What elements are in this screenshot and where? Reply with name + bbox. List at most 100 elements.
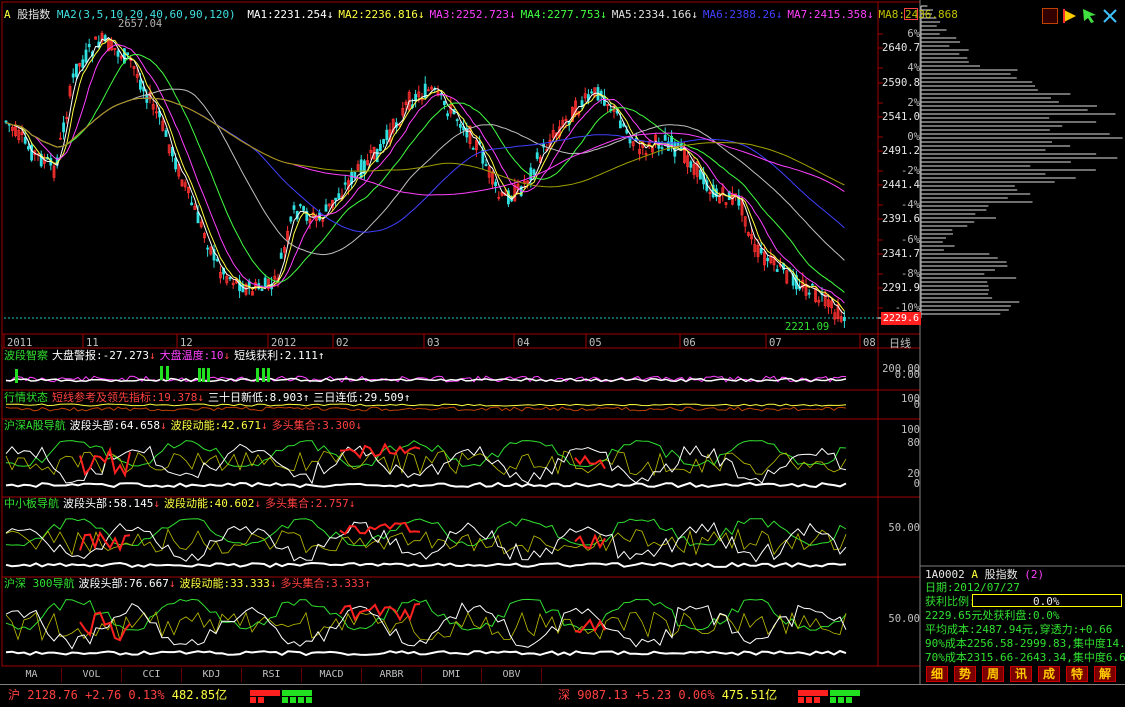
tab-kdj[interactable]: KDJ xyxy=(182,668,242,682)
candle-body xyxy=(359,159,363,178)
info-date: 日期:2012/07/27 xyxy=(925,581,1020,594)
info-tab[interactable]: 特 xyxy=(1066,666,1088,682)
ma5-line xyxy=(5,88,845,261)
low-label: 2221.09 xyxy=(785,321,830,333)
sh-price: 2128.76 xyxy=(27,688,78,702)
osc-red xyxy=(339,603,421,622)
tab-obv[interactable]: OBV xyxy=(482,668,542,682)
info-tab[interactable]: 周 xyxy=(982,666,1004,682)
info-tab[interactable]: 讯 xyxy=(1010,666,1032,682)
candle-body xyxy=(164,130,168,137)
date-tick: 05 xyxy=(589,337,602,349)
info-profit-label: 获利比例: xyxy=(925,595,976,608)
window-close-icon[interactable] xyxy=(904,8,918,20)
candle-body xyxy=(263,277,267,288)
candle-body xyxy=(62,122,65,133)
candle-body xyxy=(535,152,539,159)
ma-arrow: ↓ xyxy=(326,8,334,21)
panel-value: 波段头部:64.658 xyxy=(69,419,160,432)
panel-arrow: ↑ xyxy=(403,391,411,404)
tab-ma[interactable]: MA xyxy=(2,668,62,682)
info-line1: 2229.65元处获利盘:0.0% xyxy=(925,609,1060,622)
panel-value: 大盘温度:10 xyxy=(159,349,224,362)
candle-body xyxy=(292,205,296,210)
panel-value: 沪深A股导航 xyxy=(4,419,66,432)
tab-cci[interactable]: CCI xyxy=(122,668,182,682)
tab-rsi[interactable]: RSI xyxy=(242,668,302,682)
sz-pct: 0.06% xyxy=(678,688,715,702)
candle-body xyxy=(766,257,769,262)
sh-pct: 0.13% xyxy=(128,688,165,702)
arrow-tool-icon[interactable] xyxy=(1082,8,1098,24)
signal-bar xyxy=(15,369,18,383)
candle-body xyxy=(302,206,306,211)
candle-body xyxy=(190,202,194,206)
panel-value: 波段动能:40.602 xyxy=(163,497,255,510)
panel-value: 大盘警报:-27.273 xyxy=(52,349,149,362)
percent-tick: -2% xyxy=(901,165,920,177)
ma-legend-item: MA2:2236.816 xyxy=(338,8,418,21)
index-title: 股指数 xyxy=(17,8,51,21)
date-tick: 2011 xyxy=(7,337,33,349)
panel-arrow: ↓ xyxy=(260,419,268,432)
candle-body xyxy=(663,134,667,141)
profit-value: 0.0% xyxy=(1033,595,1060,608)
sh-quote[interactable]: 沪 2128.76 +2.76 0.13% 482.85亿 xyxy=(8,689,227,702)
ma-legend-item: MA7:2415.358 xyxy=(787,8,867,21)
panel-arrow: ↓ xyxy=(355,419,362,432)
tools-icon[interactable] xyxy=(1102,8,1118,24)
osc-yellow xyxy=(5,528,847,556)
panel-value: 中小板导航 xyxy=(4,497,59,510)
panel-value: 多头集合:2.757 xyxy=(264,497,349,510)
sh-label: 沪 xyxy=(8,688,21,702)
candle-body xyxy=(174,157,178,170)
signal-bar xyxy=(198,368,201,382)
info-tab[interactable]: 细 xyxy=(926,666,948,682)
tab-dmi[interactable]: DMI xyxy=(422,668,482,682)
candle-body xyxy=(807,292,811,295)
flag-icon[interactable] xyxy=(1062,8,1078,24)
ma-arrow: ↓ xyxy=(417,8,425,21)
panel-tick: 50.00 xyxy=(888,613,920,625)
signal-bar xyxy=(166,366,169,380)
sz-quote[interactable]: 深 9087.13 +5.23 0.06% 475.51亿 xyxy=(558,689,777,702)
tab-macd[interactable]: MACD xyxy=(302,668,362,682)
sh-change: +2.76 xyxy=(85,688,122,702)
price-tick: 2491.2 xyxy=(882,145,920,157)
osc-red xyxy=(574,618,606,634)
signal-bar xyxy=(160,366,163,380)
config-icon[interactable] xyxy=(1042,8,1058,24)
panel-arrow: ↓ xyxy=(197,391,204,404)
info-line4: 70%成本2315.66-2643.34,集中度6.6 xyxy=(925,651,1125,664)
p1-white-line xyxy=(5,377,847,383)
panel-arrow: ↓ xyxy=(168,577,176,590)
ma-legend-item: MA5:2334.166 xyxy=(611,8,692,21)
info-code: 1A0002 xyxy=(925,568,965,581)
candle-body xyxy=(446,113,450,117)
panel-tick: 0.00 xyxy=(894,369,920,381)
candle-body xyxy=(442,100,446,105)
signal-bar xyxy=(267,368,270,382)
panel-arrow: ↑ xyxy=(302,391,310,404)
candle-body xyxy=(775,269,779,272)
candle-body xyxy=(206,247,210,250)
ma-arrow: ↓ xyxy=(509,8,516,21)
date-tick: 08 xyxy=(863,337,876,349)
panel-arrow: ↓ xyxy=(348,497,356,510)
candle-body xyxy=(660,147,664,149)
date-tick: 2012 xyxy=(271,337,297,349)
info-tab[interactable]: 成 xyxy=(1038,666,1060,682)
period-label[interactable]: 日线 xyxy=(889,337,911,350)
tab-vol[interactable]: VOL xyxy=(62,668,122,682)
info-tab[interactable]: 势 xyxy=(954,666,976,682)
osc-yellow xyxy=(5,610,847,642)
candle-body xyxy=(484,164,488,167)
panel-value: 波段头部:58.145 xyxy=(63,497,154,510)
info-tab[interactable]: 解 xyxy=(1094,666,1116,682)
percent-tick: 2% xyxy=(907,97,920,109)
sz-amount: 475.51亿 xyxy=(721,688,778,702)
candle-body xyxy=(215,259,219,262)
candle-body xyxy=(324,204,328,212)
osc-white xyxy=(5,443,847,485)
tab-arbr[interactable]: ARBR xyxy=(362,668,422,682)
